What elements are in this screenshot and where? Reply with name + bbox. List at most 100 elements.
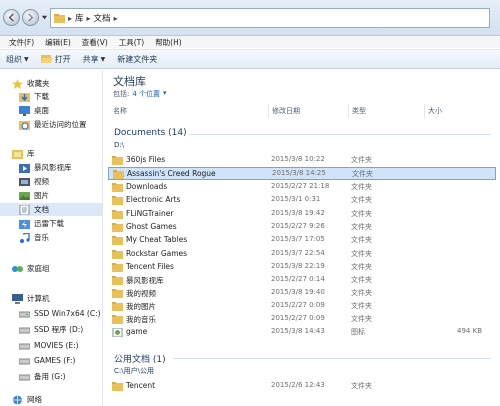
file-row[interactable]: Tencent Files 2015/3/8 22:19 文件夹 [108,261,496,274]
file-row[interactable]: Electronic Arts 2015/3/1 0:31 文件夹 [108,194,496,207]
nav-documents[interactable]: 文档 [0,203,102,216]
file-row[interactable]: 我的音乐 2015/2/27 0:09 文件夹 [108,313,496,326]
file-name: Ghost Games [126,222,177,231]
file-date: 2015/3/8 19:40 [271,288,325,296]
file-name: 360js Files [126,155,166,164]
file-row[interactable]: 我的图片 2015/2/27 0:09 文件夹 [108,300,496,313]
nav-computer[interactable]: 计算机 [12,292,50,305]
folder-icon [112,315,123,324]
folder-icon [112,236,123,245]
folder-icon [112,250,123,259]
menu-file[interactable]: 文件(F) [5,36,38,48]
forward-button[interactable] [22,9,39,26]
file-row[interactable]: 360js Files 2015/3/8 10:22 文件夹 [108,154,496,167]
nav-pictures[interactable]: 图片 [19,189,49,202]
file-row-selected[interactable]: Assassin's Creed Rogue 2015/3/8 14:25 文件… [108,167,496,180]
file-date: 2015/2/27 9:26 [271,222,325,230]
column-divider [348,104,349,118]
column-header-type[interactable]: 类型 [352,106,366,116]
nav-thunder[interactable]: 迅雷下载 [19,217,64,230]
column-divider [268,104,269,118]
nav-favorites[interactable]: 收藏夹 [12,77,50,90]
nav-homegroup[interactable]: 家庭组 [12,262,50,275]
organize-label: 组织 [6,54,22,64]
nav-libraries[interactable]: 库 [12,147,35,160]
breadcrumb-library[interactable]: 库 [75,12,84,24]
folder-icon [112,302,123,311]
file-row[interactable]: Ghost Games 2015/2/27 9:26 文件夹 [108,221,496,234]
breadcrumb-separator: ▸ [86,13,91,23]
folder-icon [112,382,123,391]
group-path: C:\用户\公用 [114,367,154,375]
nav-recent[interactable]: 最近访问的位置 [19,118,87,131]
address-field[interactable]: ▸ 库 ▸ 文档 ▸ [50,8,490,28]
group-header-public-documents[interactable]: 公用文档 (1) [114,352,166,365]
nav-baofeng[interactable]: 暴风影视库 [19,161,72,174]
file-row[interactable]: FLiNGTrainer 2015/3/8 19:42 文件夹 [108,208,496,221]
file-name: Rockstar Games [126,249,188,258]
group-path: D:\ [114,141,125,149]
desktop-icon [19,105,30,116]
chevron-down-icon[interactable]: ▾ [163,89,167,99]
nav-drive-g[interactable]: 备用 (G:) [19,370,66,383]
file-name: Tencent [126,381,156,390]
nav-drive-f[interactable]: GAMES (F:) [19,354,75,367]
back-button[interactable] [3,9,20,26]
computer-icon [12,293,23,304]
nav-network[interactable]: 网络 [12,393,42,406]
nav-downloads[interactable]: 下载 [19,90,49,103]
menu-edit[interactable]: 编辑(E) [41,36,75,48]
column-header-date[interactable]: 修改日期 [272,106,300,116]
new-folder-button[interactable]: 新建文件夹 [117,54,157,65]
column-header-name[interactable]: 名称 [113,106,127,116]
column-header-size[interactable]: 大小 [428,106,442,116]
drive-icon [19,372,30,382]
file-name: My Cheat Tables [126,235,188,244]
menu-help[interactable]: 帮助(H) [151,36,186,48]
file-type: 文件夹 [351,196,372,204]
share-label: 共享 [82,54,99,64]
nav-drive-c[interactable]: SSD Win7x64 (C:) [19,307,101,320]
file-type: 文件夹 [351,236,372,244]
file-date: 2015/2/27 0:09 [271,301,325,309]
folder-icon [112,276,123,285]
menu-tools[interactable]: 工具(T) [115,36,148,48]
includes-locations-link[interactable]: 4 个位置 [132,89,160,99]
file-type: 文件夹 [351,315,372,323]
file-row[interactable]: Tencent 2015/2/6 12:43 文件夹 [108,380,496,393]
file-date: 2015/2/27 0:09 [271,314,325,322]
address-bar: ▸ 库 ▸ 文档 ▸ [0,0,500,36]
file-date: 2015/2/27 0:14 [271,275,325,283]
file-size: 494 KB [457,327,482,335]
file-row[interactable]: 暴风影视库 2015/2/27 0:14 文件夹 [108,274,496,287]
organize-button[interactable]: 组织 ▼ [6,54,29,65]
file-row[interactable]: game 2015/3/8 14:43 图标 494 KB [108,326,496,339]
nav-music[interactable]: 音乐 [19,231,49,244]
file-row[interactable]: Downloads 2015/2/27 21:18 文件夹 [108,181,496,194]
document-icon [19,204,30,215]
drive-icon [19,356,30,366]
file-row[interactable]: Rockstar Games 2015/3/7 22:54 文件夹 [108,248,496,261]
group-divider [174,358,490,359]
library-includes: 包括: 4 个位置 ▾ [113,89,167,99]
nav-desktop[interactable]: 桌面 [19,104,49,117]
arrow-right-icon [28,13,34,22]
menu-bar: 文件(F) 编辑(E) 查看(V) 工具(T) 帮助(H) [0,36,500,48]
nav-drive-e[interactable]: MOVIES (E:) [19,339,79,352]
nav-videos[interactable]: 视频 [19,175,49,188]
file-name: 暴风影视库 [126,276,164,285]
file-row[interactable]: My Cheat Tables 2015/3/7 17:05 文件夹 [108,234,496,247]
file-type: 文件夹 [351,250,372,258]
nav-drive-d[interactable]: SSD 程序 (D:) [19,323,83,336]
file-row[interactable]: 我的视频 2015/3/8 19:40 文件夹 [108,287,496,300]
drive-icon [19,341,30,351]
file-name: game [126,327,148,336]
file-type: 文件夹 [351,302,372,310]
open-button[interactable]: 打开 [40,54,71,65]
menu-view[interactable]: 查看(V) [78,36,112,48]
file-date: 2015/3/8 10:22 [271,155,325,163]
chevron-down-icon[interactable] [41,14,48,21]
breadcrumb-documents[interactable]: 文档 [94,12,111,24]
group-header-documents[interactable]: Documents (14) [114,128,187,138]
share-button[interactable]: 共享 ▼ [83,54,106,65]
